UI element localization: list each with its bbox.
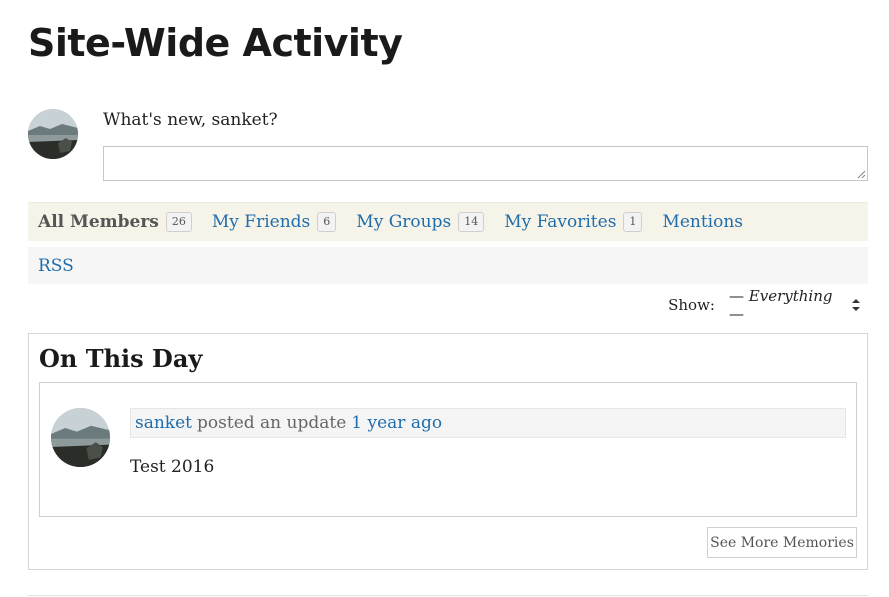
tab-label: All Members: [38, 212, 159, 232]
tab-count-badge: 14: [458, 212, 485, 232]
up-down-arrows-icon[interactable]: [851, 298, 861, 312]
avatar-photo: [28, 109, 78, 159]
tab-count-badge: 1: [623, 212, 643, 232]
whats-new-textarea[interactable]: [103, 146, 868, 181]
whats-new-prompt: What's new, sanket?: [103, 110, 278, 130]
rss-link[interactable]: RSS: [38, 256, 74, 276]
memory-header: sanket posted an update 1 year ago: [130, 408, 846, 438]
memory-content: Test 2016: [130, 457, 215, 477]
see-more-memories-button[interactable]: See More Memories: [707, 527, 857, 558]
memory-user-link[interactable]: sanket: [135, 413, 192, 433]
memory-action-text: posted an update: [197, 413, 347, 433]
filter-label: Show:: [668, 296, 715, 314]
on-this-day-widget: On This Day sanket posted an update 1 ye…: [28, 333, 868, 570]
memory-time-link[interactable]: 1 year ago: [351, 413, 442, 433]
activity-filter-select[interactable]: — Everything —: [729, 287, 841, 323]
memory-card: sanket posted an update 1 year ago Test …: [39, 382, 857, 517]
tab-count-badge: 26: [165, 212, 192, 232]
activity-tabs: All Members 26 My Friends 6 My Groups 14…: [28, 202, 868, 241]
tab-mentions[interactable]: Mentions: [662, 212, 743, 232]
tab-label: My Groups: [356, 212, 452, 232]
user-avatar[interactable]: [28, 109, 78, 159]
on-this-day-title: On This Day: [39, 344, 203, 373]
memory-avatar[interactable]: [51, 408, 110, 467]
tab-my-groups[interactable]: My Groups 14: [356, 212, 485, 232]
tab-label: Mentions: [662, 212, 744, 232]
tab-all-members[interactable]: All Members 26: [38, 212, 192, 232]
avatar-photo: [51, 408, 110, 467]
resize-grip-icon[interactable]: [857, 170, 866, 179]
tab-my-friends[interactable]: My Friends 6: [211, 212, 337, 232]
tab-my-favorites[interactable]: My Favorites 1: [504, 212, 643, 232]
tab-count-badge: 6: [317, 212, 337, 232]
activity-filter: Show: — Everything —: [668, 287, 861, 323]
divider: [28, 595, 868, 596]
rss-bar: RSS: [28, 247, 868, 284]
page-title: Site-Wide Activity: [28, 21, 403, 65]
tab-label: My Friends: [211, 212, 311, 232]
tab-label: My Favorites: [504, 212, 617, 232]
